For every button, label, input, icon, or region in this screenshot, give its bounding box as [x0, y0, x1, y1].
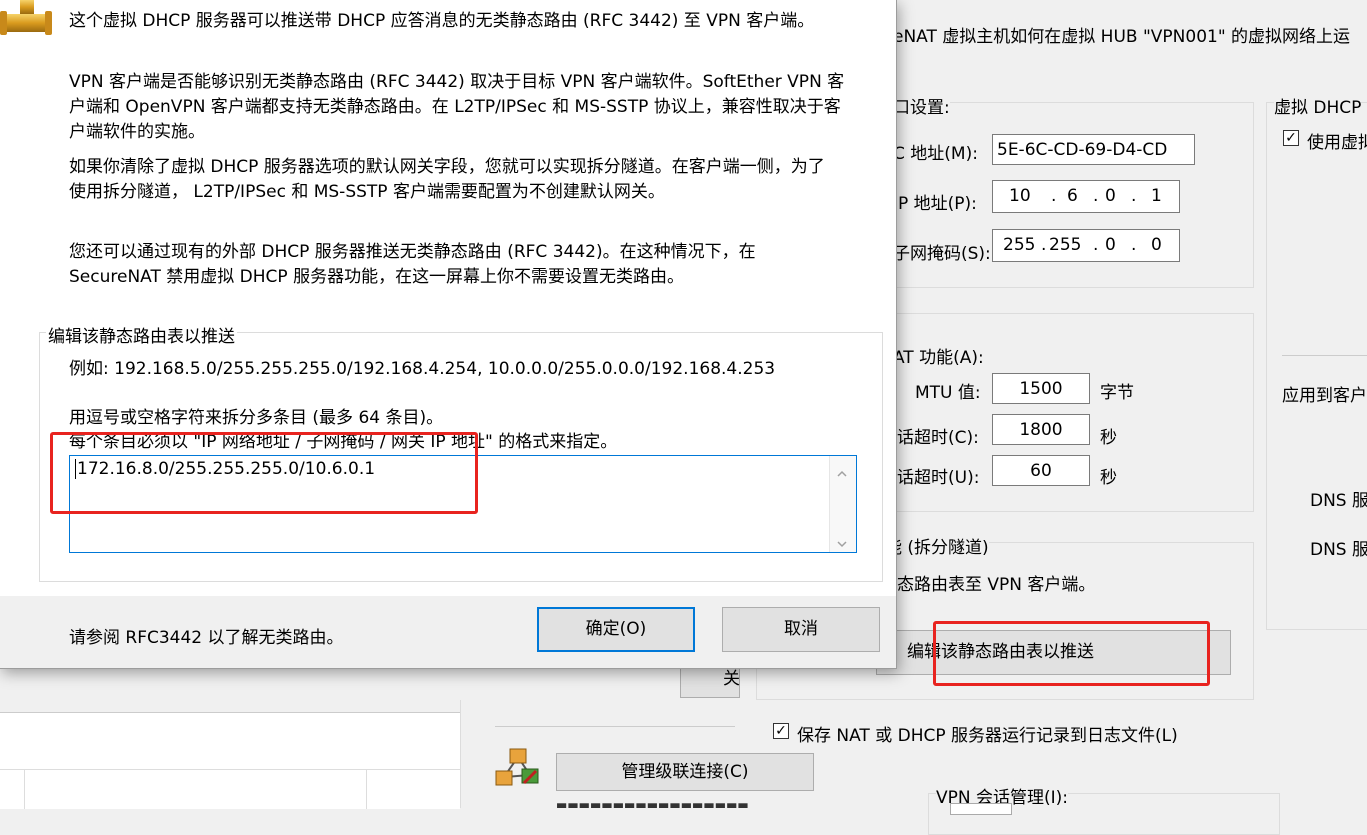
dhcp-group-title: 虚拟 DHCP [1274, 93, 1362, 118]
highlight-routes-textarea [50, 432, 478, 514]
interface-group-title: 口设置: [893, 93, 950, 118]
ip-label: IP 地址(P): [893, 194, 977, 214]
ip-dot: . [1051, 186, 1057, 206]
text-line: SecureNAT 禁用虚拟 DHCP 服务器功能，在这一屏幕上你不需要设置无类… [69, 267, 685, 287]
ip-octet: 1 [1151, 186, 1162, 206]
ok-button[interactable]: 确定(O) [537, 607, 695, 652]
split-tunnel-desc: 态路由表至 VPN 客户端。 [897, 575, 1096, 595]
para-split-tunnel: 如果你清除了虚拟 DHCP 服务器选项的默认网关字段，您就可以实现拆分隧道。在客… [69, 155, 825, 205]
scroll-down-icon[interactable] [837, 534, 847, 548]
mask-field[interactable]: 255 . 255 . 0 . 0 [992, 229, 1180, 262]
para-client-support: VPN 客户端是否能够识别无类静态路由 (RFC 3442) 取决于目标 VPN… [69, 70, 844, 145]
tcp-timeout-label: 话超时(C): [897, 428, 979, 448]
text-line: 户端和 OpenVPN 客户端都支持无类静态路由。在 L2TP/IPSec 和 … [69, 97, 841, 117]
lower-divider [495, 726, 735, 727]
mac-field[interactable]: 5E-6C-CD-69-D4-CD [992, 134, 1195, 165]
mtu-label: MTU 值: [915, 383, 981, 403]
log-checkbox[interactable]: ✓ [773, 723, 789, 739]
cancel-button[interactable]: 取消 [722, 607, 880, 652]
list-divider [366, 769, 367, 809]
mask-octet: 255 [1003, 235, 1036, 255]
highlight-edit-routes [933, 621, 1210, 686]
tcp-timeout-unit: 秒 [1100, 428, 1117, 448]
mask-dot: . [1093, 235, 1099, 255]
ip-octet: 0 [1105, 186, 1116, 206]
securenat-top-line: eNAT 虚拟主机如何在虚拟 HUB "VPN001" 的虚拟网络上运 [893, 27, 1351, 47]
dhcp-divider [1282, 355, 1367, 356]
para-rfc3442-intro: 这个虚拟 DHCP 服务器可以推送带 DHCP 应答消息的无类静态路由 (RFC… [69, 11, 815, 31]
text-line: 您还可以通过现有的外部 DHCP 服务器推送无类静态路由 (RFC 3442)。… [69, 242, 756, 262]
para-external-dhcp: 您还可以通过现有的外部 DHCP 服务器推送无类静态路由 (RFC 3442)。… [69, 240, 756, 290]
dns1-label: DNS 服 [1310, 491, 1367, 511]
static-route-dialog: 这个虚拟 DHCP 服务器可以推送带 DHCP 应答消息的无类静态路由 (RFC… [0, 0, 897, 669]
split-tunnel-title: 能 (拆分隧道) [885, 533, 989, 558]
mask-octet: 0 [1151, 235, 1162, 255]
text-line: 使用拆分隧道， L2TP/IPSec 和 MS-SSTP 客户端需要配置为不创建… [69, 182, 665, 202]
udp-timeout-field[interactable]: 60 [992, 455, 1090, 486]
cascade-sub-text: ■■■■■■■■■■■■■■■■■ [556, 800, 749, 808]
mask-octet: 255 [1049, 235, 1082, 255]
ip-octet: 10 [1009, 186, 1031, 206]
mtu-field[interactable]: 1500 [992, 373, 1090, 404]
text-line: VPN 客户端是否能够识别无类静态路由 (RFC 3442) 取决于目标 VPN… [69, 72, 845, 92]
mask-label: 子网掩码(S): [893, 244, 991, 264]
mask-dot: . [1131, 235, 1137, 255]
text-line: 户端软件的实施。 [69, 122, 205, 142]
apply-to-client-label: 应用到客户 [1282, 386, 1367, 406]
ip-dot: . [1093, 186, 1099, 206]
textarea-scrollbar[interactable] [829, 456, 856, 552]
log-checkbox-label: 保存 NAT 或 DHCP 服务器运行记录到日志文件(L) [797, 726, 1178, 746]
list-divider [24, 769, 25, 809]
text-line: 如果你清除了虚拟 DHCP 服务器选项的默认网关字段，您就可以实现拆分隧道。在客… [69, 157, 825, 177]
mask-octet: 0 [1105, 235, 1116, 255]
hint-split-entries: 用逗号或空格字符来拆分多条目 (最多 64 条目)。 [69, 408, 444, 428]
nat-group-title: AT 功能(A): [893, 348, 984, 368]
mask-dot: . [1041, 235, 1047, 255]
vpn-session-field [950, 803, 1012, 815]
use-dhcp-checkbox[interactable]: ✓ [1283, 130, 1299, 146]
list-divider [0, 769, 460, 770]
lower-left-panel [0, 712, 460, 809]
mac-label: C 地址(M): [893, 144, 978, 164]
tcp-timeout-field[interactable]: 1800 [992, 414, 1090, 445]
ip-octet: 6 [1067, 186, 1078, 206]
rfc-footer-note: 请参阅 RFC3442 以了解无类路由。 [69, 628, 344, 648]
use-dhcp-label: 使用虚拟 [1307, 133, 1367, 153]
cascade-icon [494, 747, 542, 793]
example-text: 例如: 192.168.5.0/255.255.255.0/192.168.4.… [69, 359, 776, 379]
cascade-button[interactable]: 管理级联连接(C) [556, 753, 814, 791]
route-edit-group-title: 编辑该静态路由表以推送 [46, 322, 237, 347]
udp-timeout-unit: 秒 [1100, 468, 1117, 488]
dns2-label: DNS 服 [1310, 540, 1367, 560]
mtu-unit: 字节 [1100, 383, 1134, 403]
udp-timeout-label: 话超时(U): [897, 468, 980, 488]
pipe-icon [0, 0, 52, 42]
scroll-up-icon[interactable] [837, 464, 847, 477]
ip-dot: . [1131, 186, 1137, 206]
ip-field[interactable]: 10 . 6 . 0 . 1 [992, 180, 1180, 213]
